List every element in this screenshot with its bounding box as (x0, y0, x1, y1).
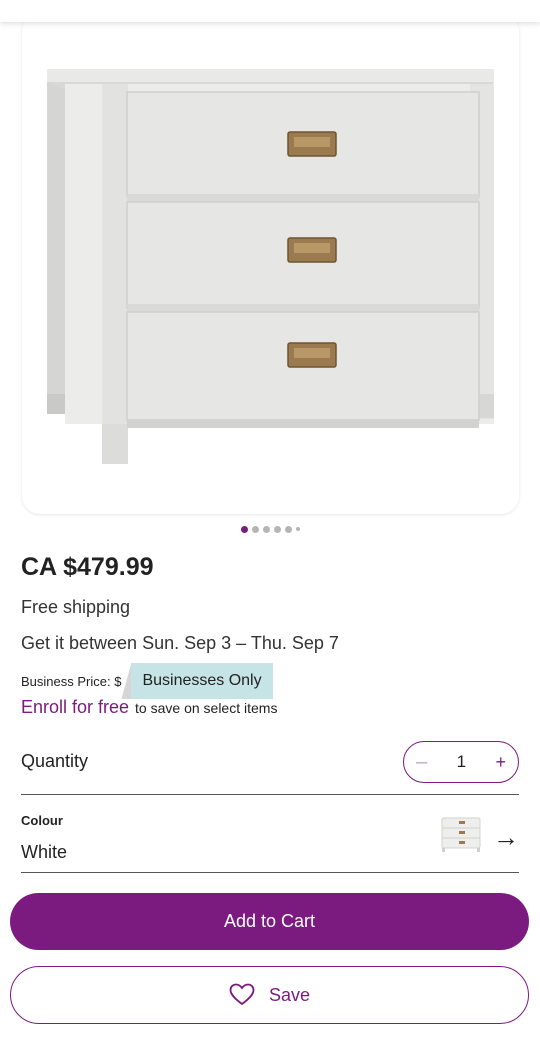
enroll-link[interactable]: Enroll for free (21, 697, 129, 718)
delivery-estimate: Get it between Sun. Sep 3 – Thu. Sep 7 (21, 633, 339, 653)
quantity-value: 1 (456, 752, 467, 771)
colour-value: White (21, 842, 68, 862)
carousel-dots[interactable] (0, 524, 540, 534)
colour-label: Colour (21, 813, 63, 828)
carousel-dot[interactable] (240, 525, 248, 533)
enroll-row: Enroll for free to save on select items (21, 697, 277, 718)
carousel-dot[interactable] (262, 525, 270, 533)
save-button[interactable]: Save (10, 966, 529, 1024)
save-label: Save (268, 984, 311, 1005)
heart-icon (229, 983, 255, 1006)
minus-icon[interactable]: – (416, 751, 427, 774)
carousel-dot[interactable] (251, 525, 259, 533)
shipping-info: Free shipping (21, 597, 131, 617)
carousel-dot[interactable] (284, 525, 292, 533)
add-to-cart-label: Add to Cart (223, 911, 316, 931)
enroll-subtext: to save on select items (135, 700, 278, 716)
arrow-right-icon[interactable]: → (493, 822, 519, 853)
plus-icon[interactable]: + (495, 752, 506, 773)
business-price-label: Business Price: $ (21, 673, 122, 689)
business-price-row: Business Price: $ Businesses Only (21, 663, 273, 699)
dresser-illustration (47, 69, 494, 464)
quantity-stepper[interactable]: – 1 + (403, 741, 519, 783)
badge-label: Businesses Only (131, 663, 273, 699)
add-to-cart-button[interactable]: Add to Cart (10, 893, 529, 950)
colour-selector[interactable]: Colour White → (21, 796, 519, 873)
badge-tip (121, 663, 132, 699)
top-bar (0, 0, 540, 22)
colour-swatch-thumbnail[interactable] (439, 813, 485, 853)
quantity-row: Quantity – 1 + (21, 740, 519, 795)
product-price: CA $479.99 (21, 553, 154, 581)
product-image[interactable] (22, 14, 519, 514)
carousel-dot[interactable] (273, 525, 281, 533)
carousel-dot[interactable] (295, 527, 300, 531)
businesses-only-badge[interactable]: Businesses Only (121, 663, 273, 699)
quantity-label: Quantity (21, 751, 89, 771)
